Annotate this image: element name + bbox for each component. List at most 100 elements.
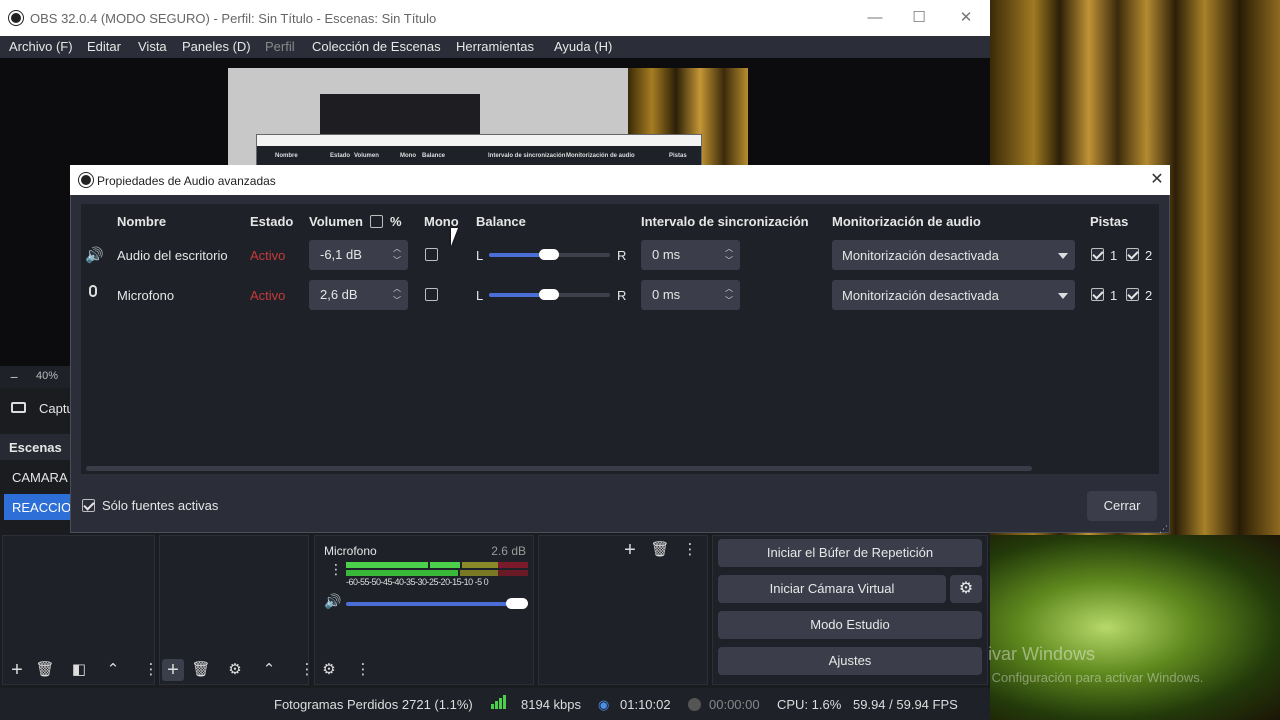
remove-scene-icon[interactable]: 🗑 <box>34 659 56 681</box>
settings-button[interactable]: Ajustes <box>718 647 982 675</box>
monitoring-select[interactable]: Monitorización desactivada <box>832 240 1075 270</box>
balance-right-label: R <box>617 288 627 303</box>
resize-grip-icon[interactable]: ⋰ <box>1159 524 1168 535</box>
balance-handle[interactable] <box>539 249 559 260</box>
dialog-title: Propiedades de Audio avanzadas <box>97 174 276 188</box>
mixer-menu-icon[interactable]: ⋮ <box>329 562 343 576</box>
source-name: Captu <box>39 401 74 416</box>
obs-logo-icon <box>9 11 23 25</box>
volume-value: -6,1 dB <box>320 247 362 262</box>
zoom-bar: − 40% <box>0 366 70 388</box>
menu-vista[interactable]: Vista <box>138 39 167 54</box>
mono-checkbox[interactable] <box>425 248 438 261</box>
mixer-volume-handle[interactable] <box>506 598 528 609</box>
zoom-out-button[interactable]: − <box>10 369 18 385</box>
spin-down-icon[interactable]: ﹀ <box>391 255 403 266</box>
spin-up-icon[interactable]: ︿ <box>723 283 735 294</box>
spin-down-icon[interactable]: ﹀ <box>391 295 403 306</box>
balance-left-label: L <box>476 288 484 303</box>
cpu-usage: CPU: 1.6% <box>777 697 842 712</box>
source-name: Audio del escritorio <box>117 248 228 263</box>
dialog-close-icon[interactable]: ✕ <box>1147 170 1167 190</box>
scene-label: REACCION <box>12 500 70 515</box>
replay-buffer-button[interactable]: Iniciar el Búfer de Repetición <box>718 539 982 567</box>
header-name: Nombre <box>117 214 167 229</box>
spin-up-icon[interactable]: ︿ <box>391 243 403 254</box>
menu-paneles[interactable]: Paneles (D) <box>182 39 251 54</box>
source-row[interactable]: Captu <box>0 394 74 424</box>
scene-filter-icon[interactable]: ◧ <box>68 659 90 681</box>
volume-input[interactable]: 2,6 dB ︿ ﹀ <box>309 280 408 310</box>
only-active-checkbox[interactable] <box>82 499 95 512</box>
chevron-down-icon <box>1058 293 1068 299</box>
monitoring-select[interactable]: Monitorización desactivada <box>832 280 1075 310</box>
sync-value: 0 ms <box>652 247 681 262</box>
preview-header-state: Estado <box>330 153 351 159</box>
preview-nested-dark <box>320 94 480 134</box>
close-button[interactable]: Cerrar <box>1087 491 1157 521</box>
source-more-icon[interactable]: ⋮ <box>296 659 318 681</box>
advanced-audio-gear-icon[interactable]: ⚙ <box>318 659 340 681</box>
menu-archivo[interactable]: Archivo (F) <box>9 39 73 54</box>
spin-down-icon[interactable]: ﹀ <box>723 295 735 306</box>
maximize-button[interactable]: ☐ <box>909 8 929 28</box>
move-up-icon[interactable]: ⌃ <box>102 659 124 681</box>
menu-ayuda[interactable]: Ayuda (H) <box>554 39 612 54</box>
preview-header-volume: Volumen <box>354 153 379 159</box>
chevron-down-icon <box>1058 253 1068 259</box>
menu-perfil[interactable]: Perfil <box>265 39 295 54</box>
fps: 59.94 / 59.94 FPS <box>853 697 958 712</box>
sync-offset-input[interactable]: 0 ms ︿ ﹀ <box>641 240 740 270</box>
volume-input[interactable]: -6,1 dB ︿ ﹀ <box>309 240 408 270</box>
spin-down-icon[interactable]: ﹀ <box>723 255 735 266</box>
sync-value: 0 ms <box>652 287 681 302</box>
mixer-more-icon[interactable]: ⋮ <box>352 659 374 681</box>
balance-left-label: L <box>476 248 484 263</box>
close-window-button[interactable]: ✕ <box>956 8 976 28</box>
spin-up-icon[interactable]: ︿ <box>391 283 403 294</box>
mixer-speaker-icon[interactable]: 🔊 <box>324 593 341 610</box>
mixer-level: 2.6 dB <box>491 544 526 558</box>
header-volume: Volumen <box>309 214 363 229</box>
scene-label: CAMARA <box>12 470 68 485</box>
scene-item-camara[interactable]: CAMARA <box>0 464 70 490</box>
audio-mixer-dock: Microfono 2.6 dB ⋮ 🔊 <box>314 535 534 685</box>
monitoring-value: Monitorización desactivada <box>842 248 999 263</box>
record-icon <box>688 698 701 711</box>
mixer-volume-slider[interactable] <box>346 602 518 606</box>
menu-editar[interactable]: Editar <box>87 39 121 54</box>
balance-handle[interactable] <box>539 289 559 300</box>
minimize-button[interactable]: — <box>865 8 885 28</box>
track-1-checkbox[interactable] <box>1091 248 1104 261</box>
remove-source-icon[interactable]: 🗑 <box>190 659 212 681</box>
header-tracks: Pistas <box>1090 214 1129 229</box>
virtual-camera-settings-gear-icon[interactable]: ⚙ <box>950 575 982 603</box>
audio-meter <box>346 562 528 576</box>
scene-item-reaccion[interactable]: REACCION <box>4 494 70 520</box>
source-settings-gear-icon[interactable]: ⚙ <box>224 659 246 681</box>
mono-checkbox[interactable] <box>425 288 438 301</box>
more-icon[interactable]: ⋮ <box>679 539 701 561</box>
mixer-source-name: Microfono <box>324 544 377 558</box>
studio-mode-button[interactable]: Modo Estudio <box>718 611 982 639</box>
track-2-checkbox[interactable] <box>1126 248 1139 261</box>
horizontal-scrollbar[interactable] <box>86 466 1032 471</box>
trash-icon[interactable]: 🗑 <box>649 539 671 561</box>
monitoring-value: Monitorización desactivada <box>842 288 999 303</box>
track-1-label: 1 <box>1110 288 1118 303</box>
track-1-checkbox[interactable] <box>1091 288 1104 301</box>
add-scene-icon[interactable]: + <box>6 659 28 681</box>
menu-herramientas[interactable]: Herramientas <box>456 39 534 54</box>
track-2-checkbox[interactable] <box>1126 288 1139 301</box>
scene-more-icon[interactable]: ⋮ <box>140 659 162 681</box>
header-balance: Balance <box>476 214 526 229</box>
meter-ticks: -60-55-50-45-40-35-30-25-20-15-10 -5 0 <box>346 577 489 587</box>
percent-checkbox[interactable] <box>370 215 383 228</box>
add-icon[interactable]: + <box>619 539 641 561</box>
virtual-camera-button[interactable]: Iniciar Cámara Virtual <box>718 575 946 603</box>
add-source-icon[interactable]: + <box>162 659 184 681</box>
sync-offset-input[interactable]: 0 ms ︿ ﹀ <box>641 280 740 310</box>
menu-coleccion-escenas[interactable]: Colección de Escenas <box>312 39 441 54</box>
source-move-up-icon[interactable]: ⌃ <box>258 659 280 681</box>
spin-up-icon[interactable]: ︿ <box>723 243 735 254</box>
